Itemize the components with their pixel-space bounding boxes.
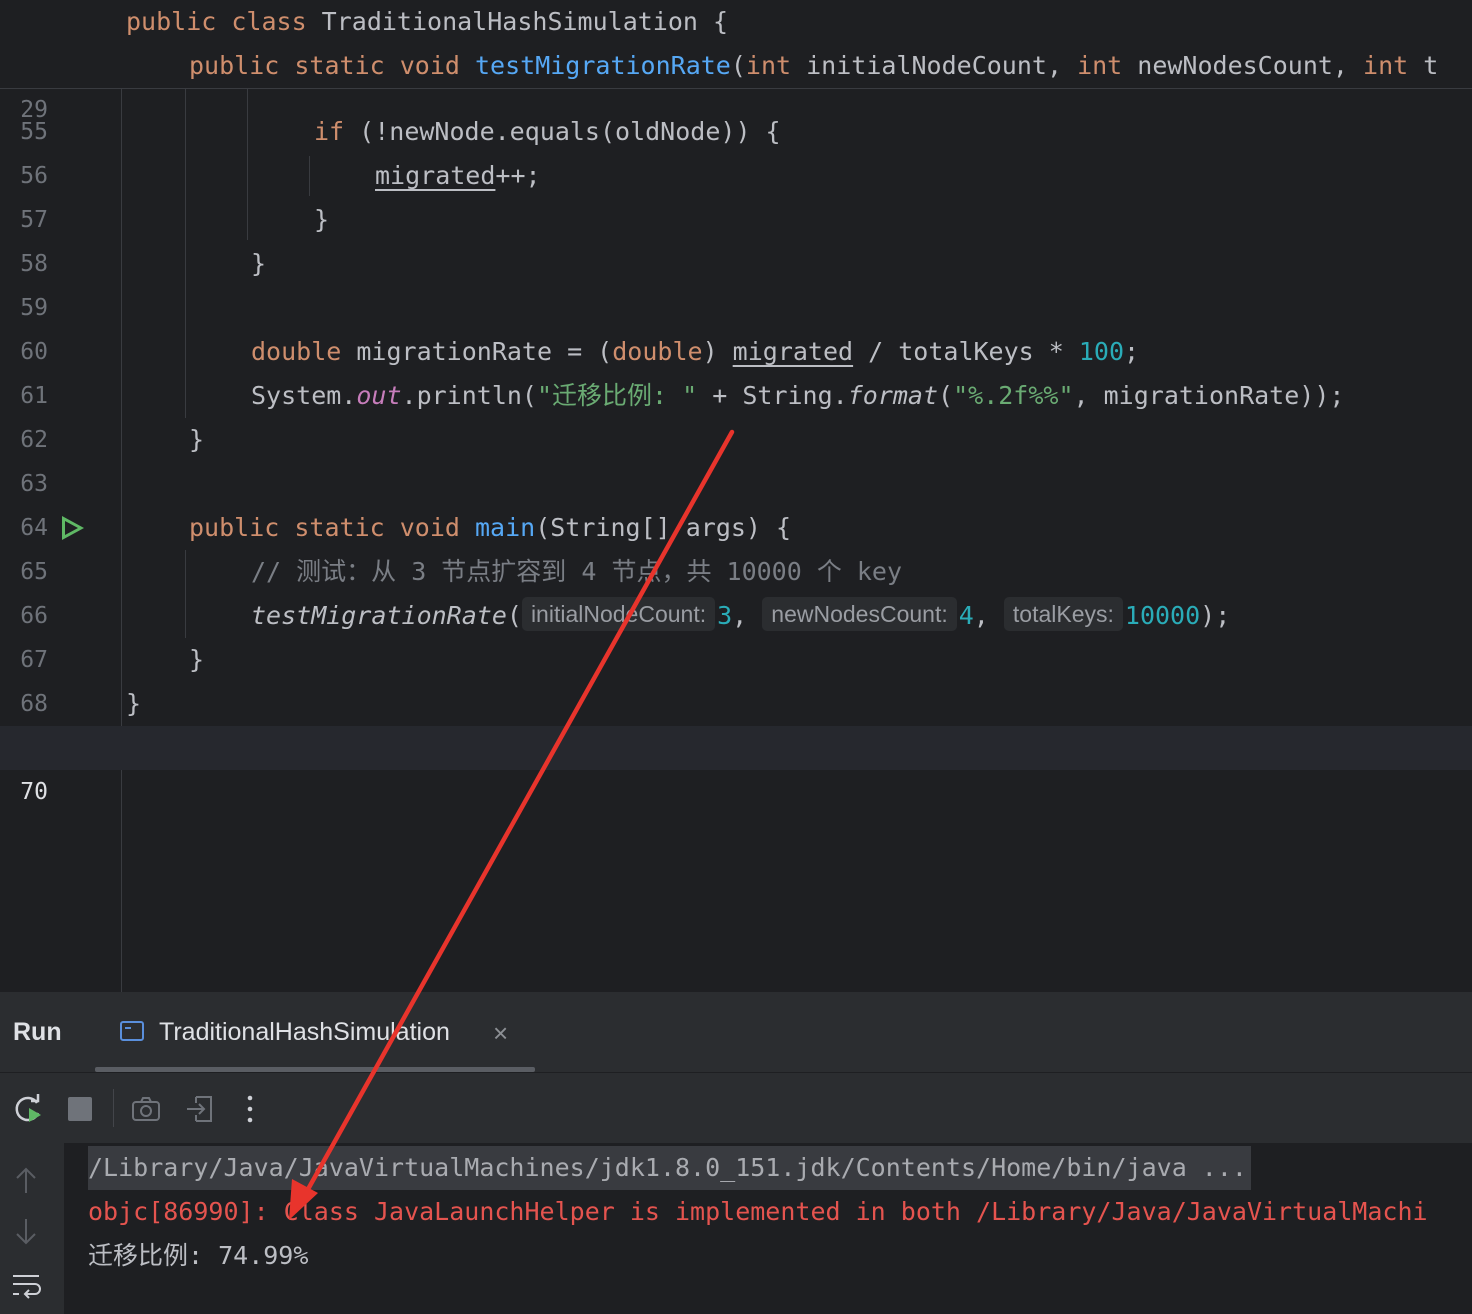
- run-tool-window: Run TraditionalHashSimulation × /Library…: [0, 992, 1472, 1314]
- code-text: public static void testMigrationRate(int…: [189, 51, 1439, 80]
- code-text: public static void main(String[] args) {: [189, 513, 792, 542]
- tab-underline: [95, 1067, 535, 1072]
- code-line[interactable]: 67 testMigrationRate(initialNodeCount: 3,…: [0, 594, 1472, 673]
- current-line[interactable]: 70: [0, 726, 1472, 805]
- toolbar-separator: [113, 1089, 114, 1127]
- code-text: testMigrationRate(initialNodeCount: 3, ne…: [251, 594, 1230, 638]
- code-line[interactable]: 56 if (!newNode.equals(oldNode)) {: [0, 110, 1472, 189]
- console-output-line: 迁移比例: 74.99%: [88, 1241, 309, 1270]
- code-line[interactable]: 63 }: [0, 418, 1472, 497]
- code-line[interactable]: 68 }: [0, 638, 1472, 717]
- code-comment: // 测试：从 3 节点扩容到 4 节点，共 10000 个 key: [251, 557, 903, 586]
- code-text: }: [251, 249, 267, 278]
- code-text: System.out.println("迁移比例: " + String.for…: [251, 381, 1345, 410]
- parameter-hint: totalKeys:: [1003, 597, 1123, 631]
- code-text: migrated++;: [375, 161, 541, 190]
- console-error-line: objc[86990]: Class JavaLaunchHelper is i…: [88, 1197, 1428, 1226]
- code-line[interactable]: 69 }: [0, 682, 1472, 761]
- play-icon[interactable]: [62, 516, 84, 540]
- rerun-icon[interactable]: [12, 1093, 44, 1125]
- soft-wrap-icon[interactable]: [10, 1271, 42, 1299]
- code-text: }: [126, 689, 142, 718]
- code-text: public class TraditionalHashSimulation {: [126, 7, 729, 36]
- console-command-line[interactable]: /Library/Java/JavaVirtualMachines/jdk1.8…: [88, 1146, 1251, 1190]
- code-text: double migrationRate = (double) migrated…: [251, 337, 1140, 366]
- code-text: }: [314, 205, 330, 234]
- code-text: if (!newNode.equals(oldNode)) {: [314, 117, 781, 146]
- code-line[interactable]: 57 migrated++;: [0, 154, 1472, 233]
- close-icon[interactable]: ×: [493, 1018, 508, 1049]
- console-output[interactable]: /Library/Java/JavaVirtualMachines/jdk1.8…: [64, 1143, 1472, 1314]
- code-line[interactable]: 62 System.out.println("迁移比例: " + String.…: [0, 374, 1472, 453]
- parameter-hint: newNodesCount:: [762, 597, 957, 631]
- class-file-icon: [120, 1021, 144, 1041]
- sticky-line[interactable]: 3 public class TraditionalHashSimulation…: [0, 0, 1472, 79]
- code-line[interactable]: 61 double migrationRate = (double) migra…: [0, 330, 1472, 409]
- exit-icon[interactable]: [184, 1093, 216, 1125]
- code-line[interactable]: 58 }: [0, 198, 1472, 277]
- run-tab[interactable]: TraditionalHashSimulation ×: [95, 992, 535, 1072]
- arrow-down-icon[interactable]: [12, 1215, 40, 1247]
- arrow-up-icon[interactable]: [12, 1165, 40, 1197]
- tab-label: TraditionalHashSimulation: [159, 1018, 450, 1046]
- code-line[interactable]: 59 }: [0, 242, 1472, 321]
- code-line[interactable]: 64: [0, 462, 1472, 541]
- code-line[interactable]: 65 public static void main(String[] args…: [0, 506, 1472, 585]
- run-toolbar: [0, 1073, 1472, 1143]
- code-text: }: [189, 425, 205, 454]
- line-number: 70: [20, 779, 48, 805]
- code-line[interactable]: 60: [0, 286, 1472, 365]
- stop-icon[interactable]: [64, 1093, 96, 1125]
- code-line[interactable]: 66 // 测试：从 3 节点扩容到 4 节点，共 10000 个 key: [0, 550, 1472, 629]
- code-text: }: [189, 645, 205, 674]
- more-icon[interactable]: [234, 1093, 266, 1125]
- parameter-hint: initialNodeCount:: [521, 597, 716, 631]
- camera-icon[interactable]: [130, 1093, 162, 1125]
- sticky-line[interactable]: 29 public static void testMigrationRate(…: [0, 44, 1472, 123]
- console-sidebar: [0, 1143, 64, 1314]
- run-title: Run: [13, 1018, 62, 1046]
- run-header: Run TraditionalHashSimulation ×: [0, 992, 1472, 1073]
- code-editor[interactable]: 55 3 public class TraditionalHashSimulat…: [0, 0, 1472, 992]
